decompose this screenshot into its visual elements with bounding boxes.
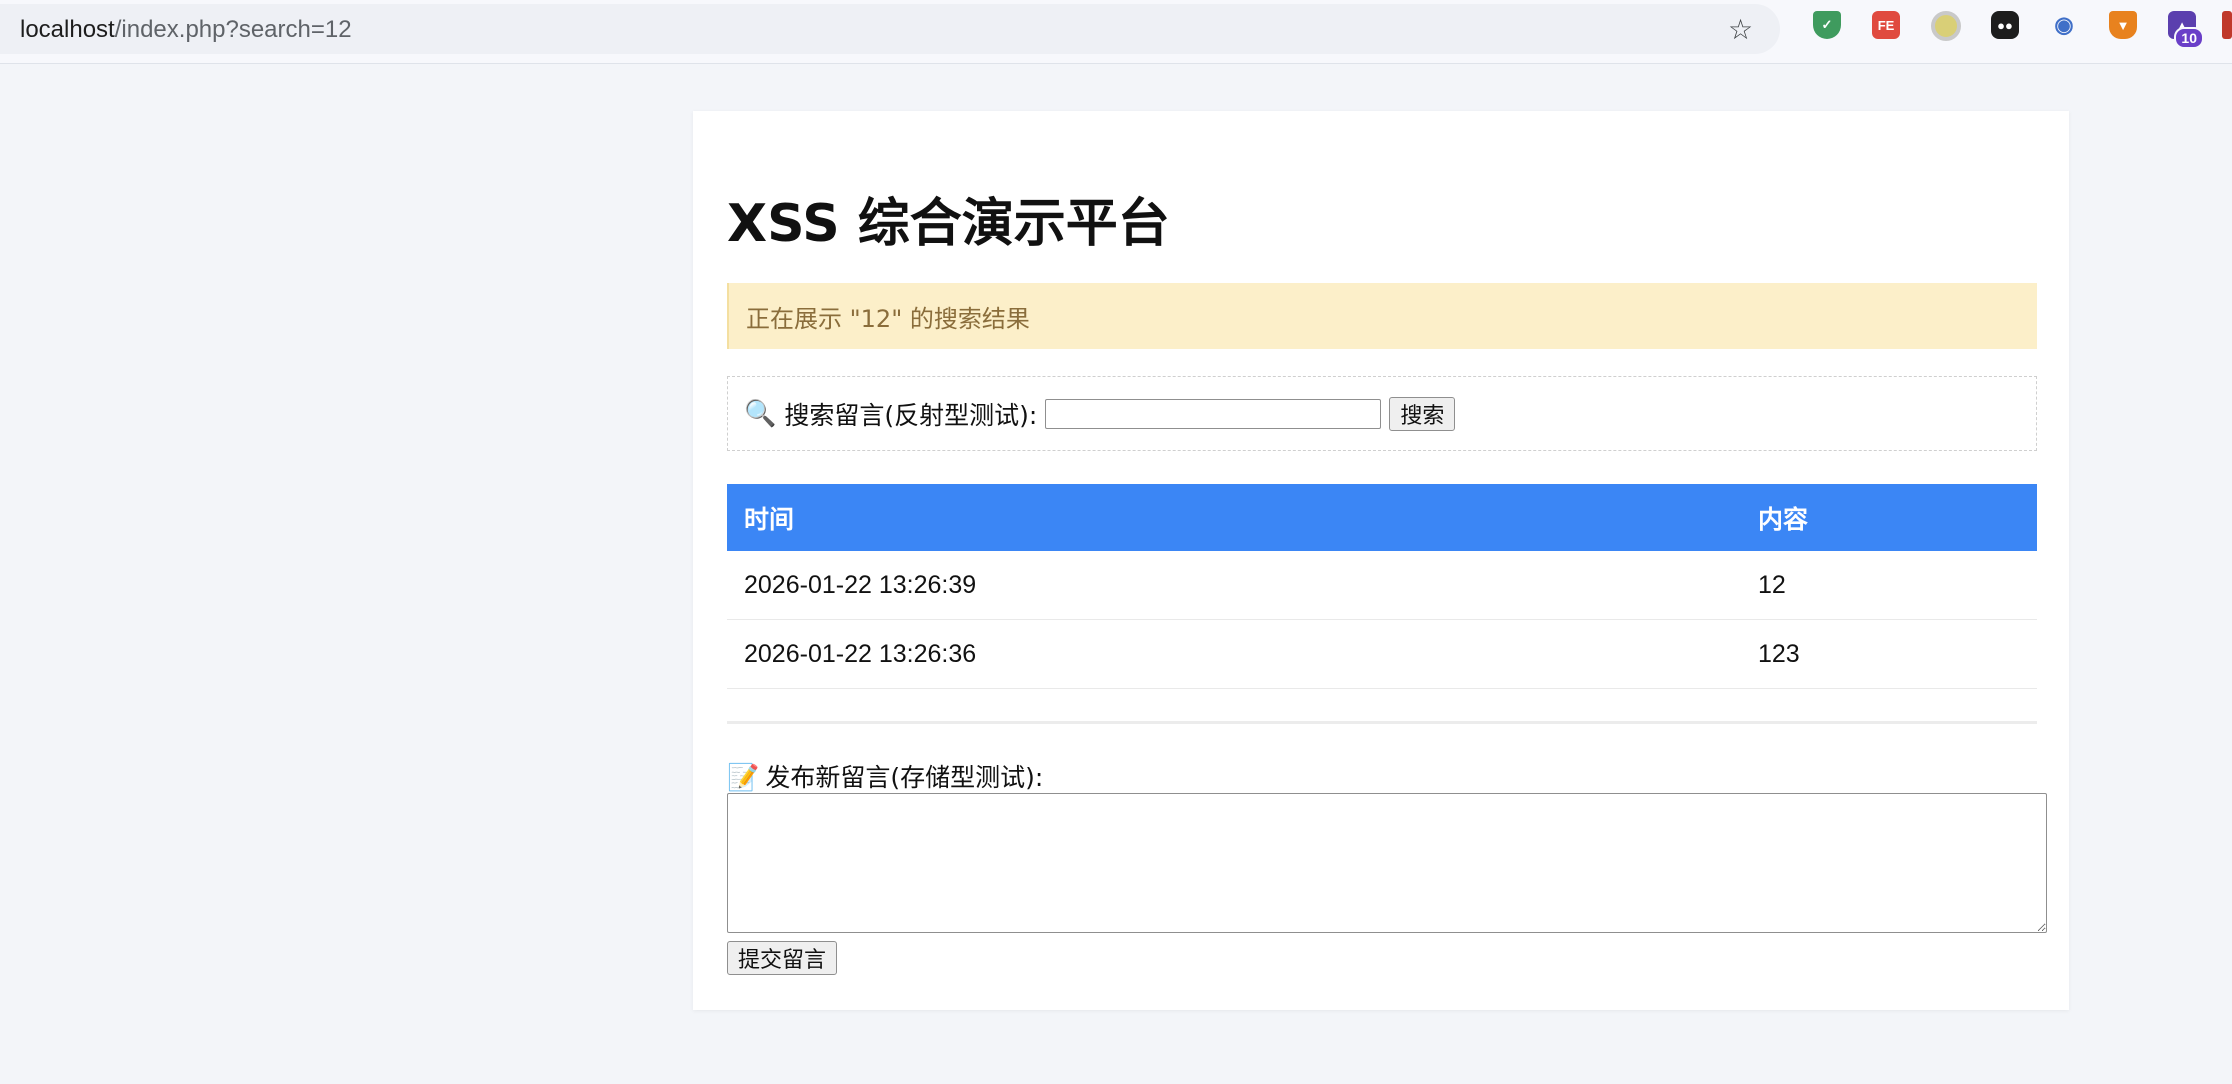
cell-time: 2026-01-22 13:26:39 (727, 551, 1741, 620)
fox-icon[interactable]: ▼ (2109, 11, 2137, 39)
search-form: 🔍 搜索留言(反射型测试): 搜索 (727, 376, 2037, 451)
cell-time: 2026-01-22 13:26:36 (727, 619, 1741, 689)
messages-table: 时间 内容 2026-01-22 13:26:39 12 2026-01-22 … (727, 484, 2037, 689)
post-label-text: 发布新留言(存储型测试): (765, 763, 1044, 792)
search-result-alert: 正在展示 "12" 的搜索结果 (727, 283, 2037, 349)
header-time: 时间 (727, 484, 1741, 551)
url-host: localhost (20, 16, 115, 43)
cell-content: 123 (1741, 619, 2037, 689)
browser-toolbar: localhost/index.php?search=12 ☆ ✓ FE ●● … (0, 0, 2232, 64)
search-button[interactable]: 搜索 (1389, 396, 1456, 431)
bookmark-star-icon[interactable]: ☆ (1728, 13, 1753, 46)
fe-icon[interactable]: FE (1872, 11, 1900, 39)
cap-icon[interactable]: ▲ 10 (2168, 11, 2204, 49)
magnifier-icon: 🔍 (744, 398, 777, 429)
url-path: /index.php?search=12 (114, 16, 352, 43)
main-card: XSS 综合演示平台 正在展示 "12" 的搜索结果 🔍 搜索留言(反射型测试)… (693, 111, 2069, 1010)
eye-icon[interactable]: ◉ (2050, 11, 2078, 39)
search-input[interactable] (1045, 398, 1382, 429)
cell-content: 12 (1741, 551, 2037, 620)
memo-icon: 📝 (727, 763, 760, 793)
url-text[interactable]: localhost/index.php?search=12 (20, 16, 352, 44)
extension-badge: 10 (2174, 27, 2204, 49)
address-bar[interactable]: localhost/index.php?search=12 ☆ (0, 4, 1780, 54)
page-title: XSS 综合演示平台 (727, 194, 1170, 254)
ghost-icon[interactable]: ●● (1991, 11, 2019, 39)
circle-icon[interactable] (1931, 11, 1961, 41)
search-label: 搜索留言(反射型测试): (784, 400, 1038, 430)
table-row: 2026-01-22 13:26:36 123 (727, 619, 2037, 689)
table-header-row: 时间 内容 (727, 484, 2037, 551)
table-row: 2026-01-22 13:26:39 12 (727, 551, 2037, 620)
section-divider (727, 721, 2037, 724)
post-form-label: 📝 发布新留言(存储型测试): (727, 758, 1043, 794)
extension-overflow-icon[interactable] (2222, 11, 2232, 39)
shield-icon[interactable]: ✓ (1813, 11, 1841, 39)
message-textarea[interactable] (727, 793, 2047, 933)
header-content: 内容 (1741, 484, 2037, 551)
submit-message-button[interactable]: 提交留言 (727, 941, 838, 975)
